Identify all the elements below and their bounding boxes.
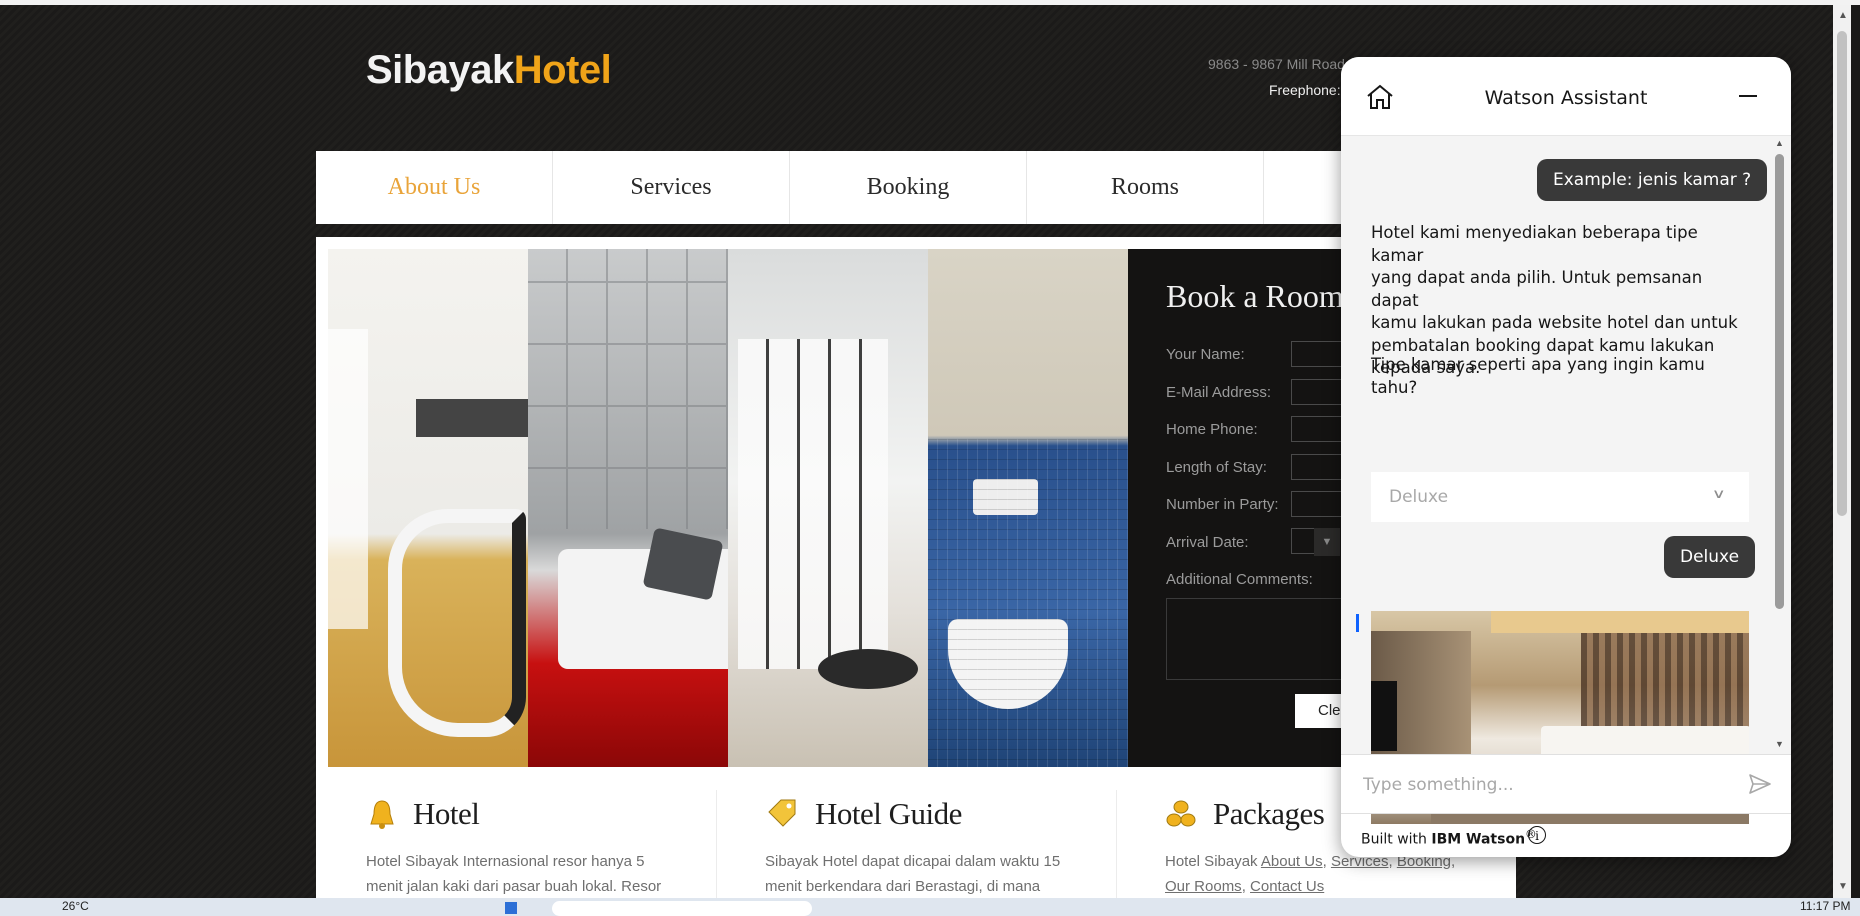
minimize-icon — [1739, 95, 1757, 97]
hotel-text-line-2: menit jalan kaki dari pasar buah lokal. … — [366, 878, 662, 895]
arrival-date-select[interactable] — [1291, 528, 1315, 554]
booking-title: Book a Room — [1166, 278, 1344, 314]
minimize-button[interactable] — [1731, 81, 1765, 111]
watson-header: Watson Assistant — [1341, 57, 1791, 136]
nav-item-services[interactable]: Services — [553, 151, 790, 224]
label-email: E-Mail Address: — [1166, 384, 1272, 401]
watson-assistant-widget: Watson Assistant Example: jenis kamar ? … — [1341, 57, 1791, 857]
scroll-down-arrow-icon[interactable]: ▼ — [1838, 881, 1848, 892]
dropdown-value: Deluxe — [1389, 487, 1449, 507]
page-scrollbar-thumb[interactable] — [1837, 31, 1847, 516]
hotel-text-line-1: Hotel Sibayak Internasional resor hanya … — [366, 853, 645, 870]
watson-conversation[interactable]: Example: jenis kamar ? Hotel kami menyed… — [1341, 136, 1791, 824]
bot-line: Hotel kami menyediakan beberapa tipe kam… — [1371, 223, 1698, 265]
user-message: Example: jenis kamar ? — [1537, 159, 1768, 201]
bell-icon — [370, 800, 394, 829]
footer-prefix: Built with — [1361, 831, 1432, 848]
os-taskbar: 26°C 11:17 PM — [0, 898, 1860, 916]
link-about-us[interactable]: About Us — [1261, 853, 1323, 870]
nav-item-rooms[interactable]: Rooms — [1027, 151, 1264, 224]
info-icon[interactable]: i — [1528, 826, 1546, 844]
footer-brand: IBM Watson — [1431, 831, 1526, 848]
label-home-phone: Home Phone: — [1166, 421, 1258, 438]
column-divider — [716, 790, 717, 898]
logo-text-part1: Sibayak — [366, 48, 514, 92]
column-divider — [1116, 790, 1117, 898]
nav-item-booking[interactable]: Booking — [790, 151, 1027, 224]
watson-footer: Built with IBM Watson® — [1361, 827, 1537, 848]
taskbar-search-box[interactable] — [552, 901, 812, 916]
link-our-rooms[interactable]: Our Rooms — [1165, 878, 1242, 895]
nav-item-about-us[interactable]: About Us — [316, 151, 553, 224]
page-scrollbar[interactable]: ▲ ▼ — [1833, 5, 1851, 898]
scroll-up-arrow-icon[interactable]: ▲ — [1838, 10, 1848, 21]
message-input[interactable] — [1361, 771, 1735, 799]
message-focus-indicator — [1356, 614, 1359, 632]
hero-panel-hallway — [728, 249, 928, 767]
label-length-of-stay: Length of Stay: — [1166, 459, 1267, 476]
send-icon[interactable] — [1747, 772, 1773, 796]
clock-text: 11:17 PM — [1800, 899, 1851, 913]
logo-text-part2: Hotel — [513, 48, 612, 92]
bot-line: kamu lakukan pada website hotel dan untu… — [1371, 313, 1738, 332]
scroll-down-arrow-icon[interactable]: ▼ — [1775, 739, 1784, 749]
bot-question: Tipe kamar seperti apa yang ingin kamu t… — [1371, 355, 1705, 397]
room-type-dropdown[interactable]: Deluxe ∨ — [1371, 472, 1749, 522]
packages-text-prefix: Hotel Sibayak — [1165, 853, 1261, 870]
column-text-hotel-guide: Sibayak Hotel dapat dicapai dalam waktu … — [765, 849, 1060, 899]
guide-text-line-2: menit berkendara dari Berastagi, di mana — [765, 878, 1041, 895]
coins-icon — [1166, 800, 1196, 827]
main-nav: About Us Services Booking Rooms Contact — [316, 151, 1516, 224]
hero-image-collage — [328, 249, 1128, 767]
watson-title: Watson Assistant — [1484, 87, 1648, 109]
column-title-packages: Packages — [1213, 796, 1325, 831]
hero-panel-living-room — [328, 249, 528, 767]
watson-scrollbar-thumb[interactable] — [1775, 154, 1784, 609]
guide-text-line-1: Sibayak Hotel dapat dicapai dalam waktu … — [765, 853, 1061, 870]
hero-panel-sofa — [528, 249, 728, 767]
label-your-name: Your Name: — [1166, 346, 1245, 363]
windows-start-icon[interactable] — [505, 902, 517, 914]
hotel-logo[interactable]: SibayakHotel — [366, 48, 612, 93]
label-number-in-party: Number in Party: — [1166, 496, 1279, 513]
comments-textarea[interactable] — [1166, 598, 1348, 680]
chevron-down-icon[interactable]: ▼ — [1314, 528, 1340, 556]
label-arrival-date: Arrival Date: — [1166, 534, 1249, 551]
column-title-hotel: Hotel — [413, 796, 480, 831]
watson-scrollbar[interactable]: ▲ ▼ — [1773, 136, 1787, 754]
watson-input-row — [1341, 754, 1791, 814]
column-title-hotel-guide: Hotel Guide — [815, 796, 962, 831]
label-additional-comments: Additional Comments: — [1166, 571, 1313, 588]
tag-icon — [768, 799, 796, 827]
scroll-up-arrow-icon[interactable]: ▲ — [1775, 138, 1784, 148]
weather-text[interactable]: 26°C — [62, 899, 89, 913]
user-message: Deluxe — [1664, 536, 1756, 578]
hero-panel-bathroom — [928, 249, 1128, 767]
column-text-hotel: Hotel Sibayak Internasional resor hanya … — [366, 849, 661, 899]
link-contact-us[interactable]: Contact Us — [1250, 878, 1324, 895]
chevron-down-icon: ∨ — [1711, 486, 1726, 501]
bot-line: yang dapat anda pilih. Untuk pemsanan da… — [1371, 268, 1703, 310]
